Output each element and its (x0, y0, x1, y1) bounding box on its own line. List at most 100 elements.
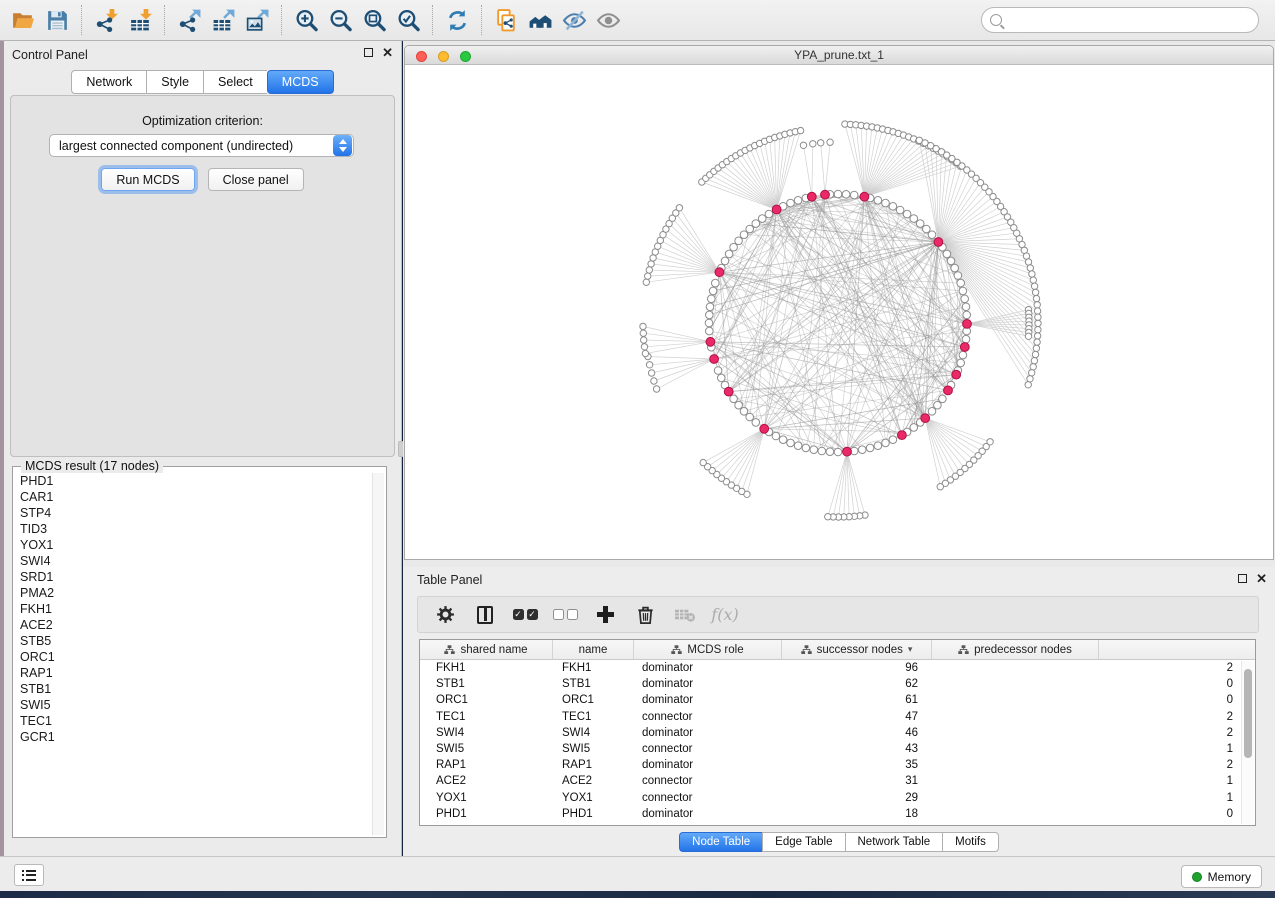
mcds-result-list[interactable]: PHD1CAR1STP4TID3YOX1SWI4SRD1PMA2FKH1ACE2… (15, 473, 370, 835)
list-item[interactable]: TID3 (20, 521, 370, 537)
list-item[interactable]: GCR1 (20, 729, 370, 745)
list-item[interactable]: TEC1 (20, 713, 370, 729)
list-item[interactable]: ACE2 (20, 617, 370, 633)
list-item[interactable]: CAR1 (20, 489, 370, 505)
close-table-panel-icon[interactable]: ✕ (1256, 574, 1267, 583)
show-all-button[interactable] (591, 3, 625, 37)
close-window-icon[interactable] (416, 51, 427, 62)
network-window-titlebar[interactable]: YPA_prune.txt_1 (405, 46, 1273, 65)
table-row[interactable]: PHD1PHD1dominator180 (420, 806, 1255, 822)
tab-network-table[interactable]: Network Table (845, 832, 943, 852)
maximize-window-icon[interactable] (460, 51, 471, 62)
table-row[interactable]: RAP1RAP1dominator352 (420, 757, 1255, 773)
table-cell: dominator (634, 694, 782, 706)
import-network-icon (94, 8, 119, 33)
table-row[interactable]: ORC1ORC1dominator610 (420, 692, 1255, 708)
delete-table-button[interactable] (672, 602, 698, 628)
list-item[interactable]: STB1 (20, 681, 370, 697)
export-table-button[interactable] (206, 3, 240, 37)
list-item[interactable]: SRD1 (20, 569, 370, 585)
save-session-button[interactable] (40, 3, 74, 37)
search-box[interactable] (981, 7, 1259, 33)
function-builder-button[interactable]: f(x) (712, 602, 738, 628)
apply-layout-button[interactable] (440, 3, 474, 37)
list-item[interactable]: PMA2 (20, 585, 370, 601)
table-cell: 0 (932, 694, 1255, 706)
control-panel-title: Control Panel (12, 48, 88, 62)
import-network-button[interactable] (89, 3, 123, 37)
column-header-successor-nodes[interactable]: successor nodes▾ (782, 640, 932, 659)
fit-selected-button[interactable] (391, 3, 425, 37)
list-item[interactable]: FKH1 (20, 601, 370, 617)
list-item[interactable]: ORC1 (20, 649, 370, 665)
deselect-all-button[interactable] (552, 602, 578, 628)
tab-mcds[interactable]: MCDS (267, 70, 334, 94)
list-item[interactable]: RAP1 (20, 665, 370, 681)
eye-icon (596, 8, 621, 33)
float-table-panel-icon[interactable] (1238, 574, 1247, 583)
table-row[interactable]: ACE2ACE2connector311 (420, 773, 1255, 789)
optimization-criterion-select[interactable]: largest connected component (undirected) (49, 134, 354, 157)
open-session-button[interactable] (6, 3, 40, 37)
clone-network-button[interactable] (489, 3, 523, 37)
table-row[interactable]: FKH1FKH1dominator962 (420, 660, 1255, 676)
eye-slash-icon (562, 8, 587, 33)
column-header-name[interactable]: name (553, 640, 634, 659)
table-row[interactable]: TEC1TEC1connector472 (420, 709, 1255, 725)
zoom-out-button[interactable] (323, 3, 357, 37)
list-item[interactable]: SWI4 (20, 553, 370, 569)
table-cell: STB1 (420, 678, 553, 690)
search-input[interactable] (1008, 13, 1238, 27)
close-panel-button[interactable]: Close panel (208, 168, 304, 191)
delete-columns-button[interactable] (632, 602, 658, 628)
show-columns-button[interactable] (472, 602, 498, 628)
table-scrollbar-thumb[interactable] (1244, 669, 1252, 758)
export-network-button[interactable] (172, 3, 206, 37)
table-cell: 2 (932, 711, 1255, 723)
checked-boxes-icon: ✓✓ (513, 609, 538, 620)
export-image-button[interactable] (240, 3, 274, 37)
fit-content-button[interactable] (357, 3, 391, 37)
tab-motifs[interactable]: Motifs (942, 832, 999, 852)
tab-edge-table[interactable]: Edge Table (762, 832, 844, 852)
first-neighbors-button[interactable] (523, 3, 557, 37)
select-all-button[interactable]: ✓✓ (512, 602, 538, 628)
create-column-button[interactable] (592, 602, 618, 628)
table-cell: ACE2 (553, 775, 634, 787)
network-canvas[interactable] (405, 65, 1273, 559)
table-cell: 18 (782, 808, 932, 820)
table-scrollbar[interactable] (1241, 661, 1254, 824)
control-panel-header: Control Panel ✕ (4, 41, 401, 67)
tab-style[interactable]: Style (146, 70, 203, 94)
column-header-predecessor-nodes[interactable]: predecessor nodes (932, 640, 1099, 659)
minimize-window-icon[interactable] (438, 51, 449, 62)
open-folder-icon (11, 8, 36, 33)
tab-select[interactable]: Select (203, 70, 267, 94)
memory-button[interactable]: Memory (1181, 865, 1262, 888)
column-header-MCDS-role[interactable]: MCDS role (634, 640, 782, 659)
mcds-list-scrollbar[interactable] (372, 473, 384, 835)
attribute-icon (444, 645, 455, 655)
float-panel-icon[interactable] (364, 48, 373, 57)
table-cell: PHD1 (420, 808, 553, 820)
list-item[interactable]: YOX1 (20, 537, 370, 553)
list-item[interactable]: SWI5 (20, 697, 370, 713)
zoom-in-button[interactable] (289, 3, 323, 37)
list-item[interactable]: STP4 (20, 505, 370, 521)
close-panel-icon[interactable]: ✕ (382, 48, 393, 57)
list-item[interactable]: STB5 (20, 633, 370, 649)
hide-selected-button[interactable] (557, 3, 591, 37)
import-table-button[interactable] (123, 3, 157, 37)
table-cell: SWI5 (420, 743, 553, 755)
table-row[interactable]: STB1STB1dominator620 (420, 676, 1255, 692)
column-header-shared-name[interactable]: shared name (420, 640, 553, 659)
table-row[interactable]: SWI4SWI4dominator462 (420, 725, 1255, 741)
table-row[interactable]: SWI5SWI5connector431 (420, 741, 1255, 757)
tab-network[interactable]: Network (71, 70, 146, 94)
tab-node-table[interactable]: Node Table (679, 832, 762, 852)
table-mode-button[interactable] (432, 602, 458, 628)
panel-menu-button[interactable] (14, 864, 44, 886)
table-row[interactable]: YOX1YOX1connector291 (420, 790, 1255, 806)
run-mcds-button[interactable]: Run MCDS (101, 168, 194, 191)
list-item[interactable]: PHD1 (20, 473, 370, 489)
